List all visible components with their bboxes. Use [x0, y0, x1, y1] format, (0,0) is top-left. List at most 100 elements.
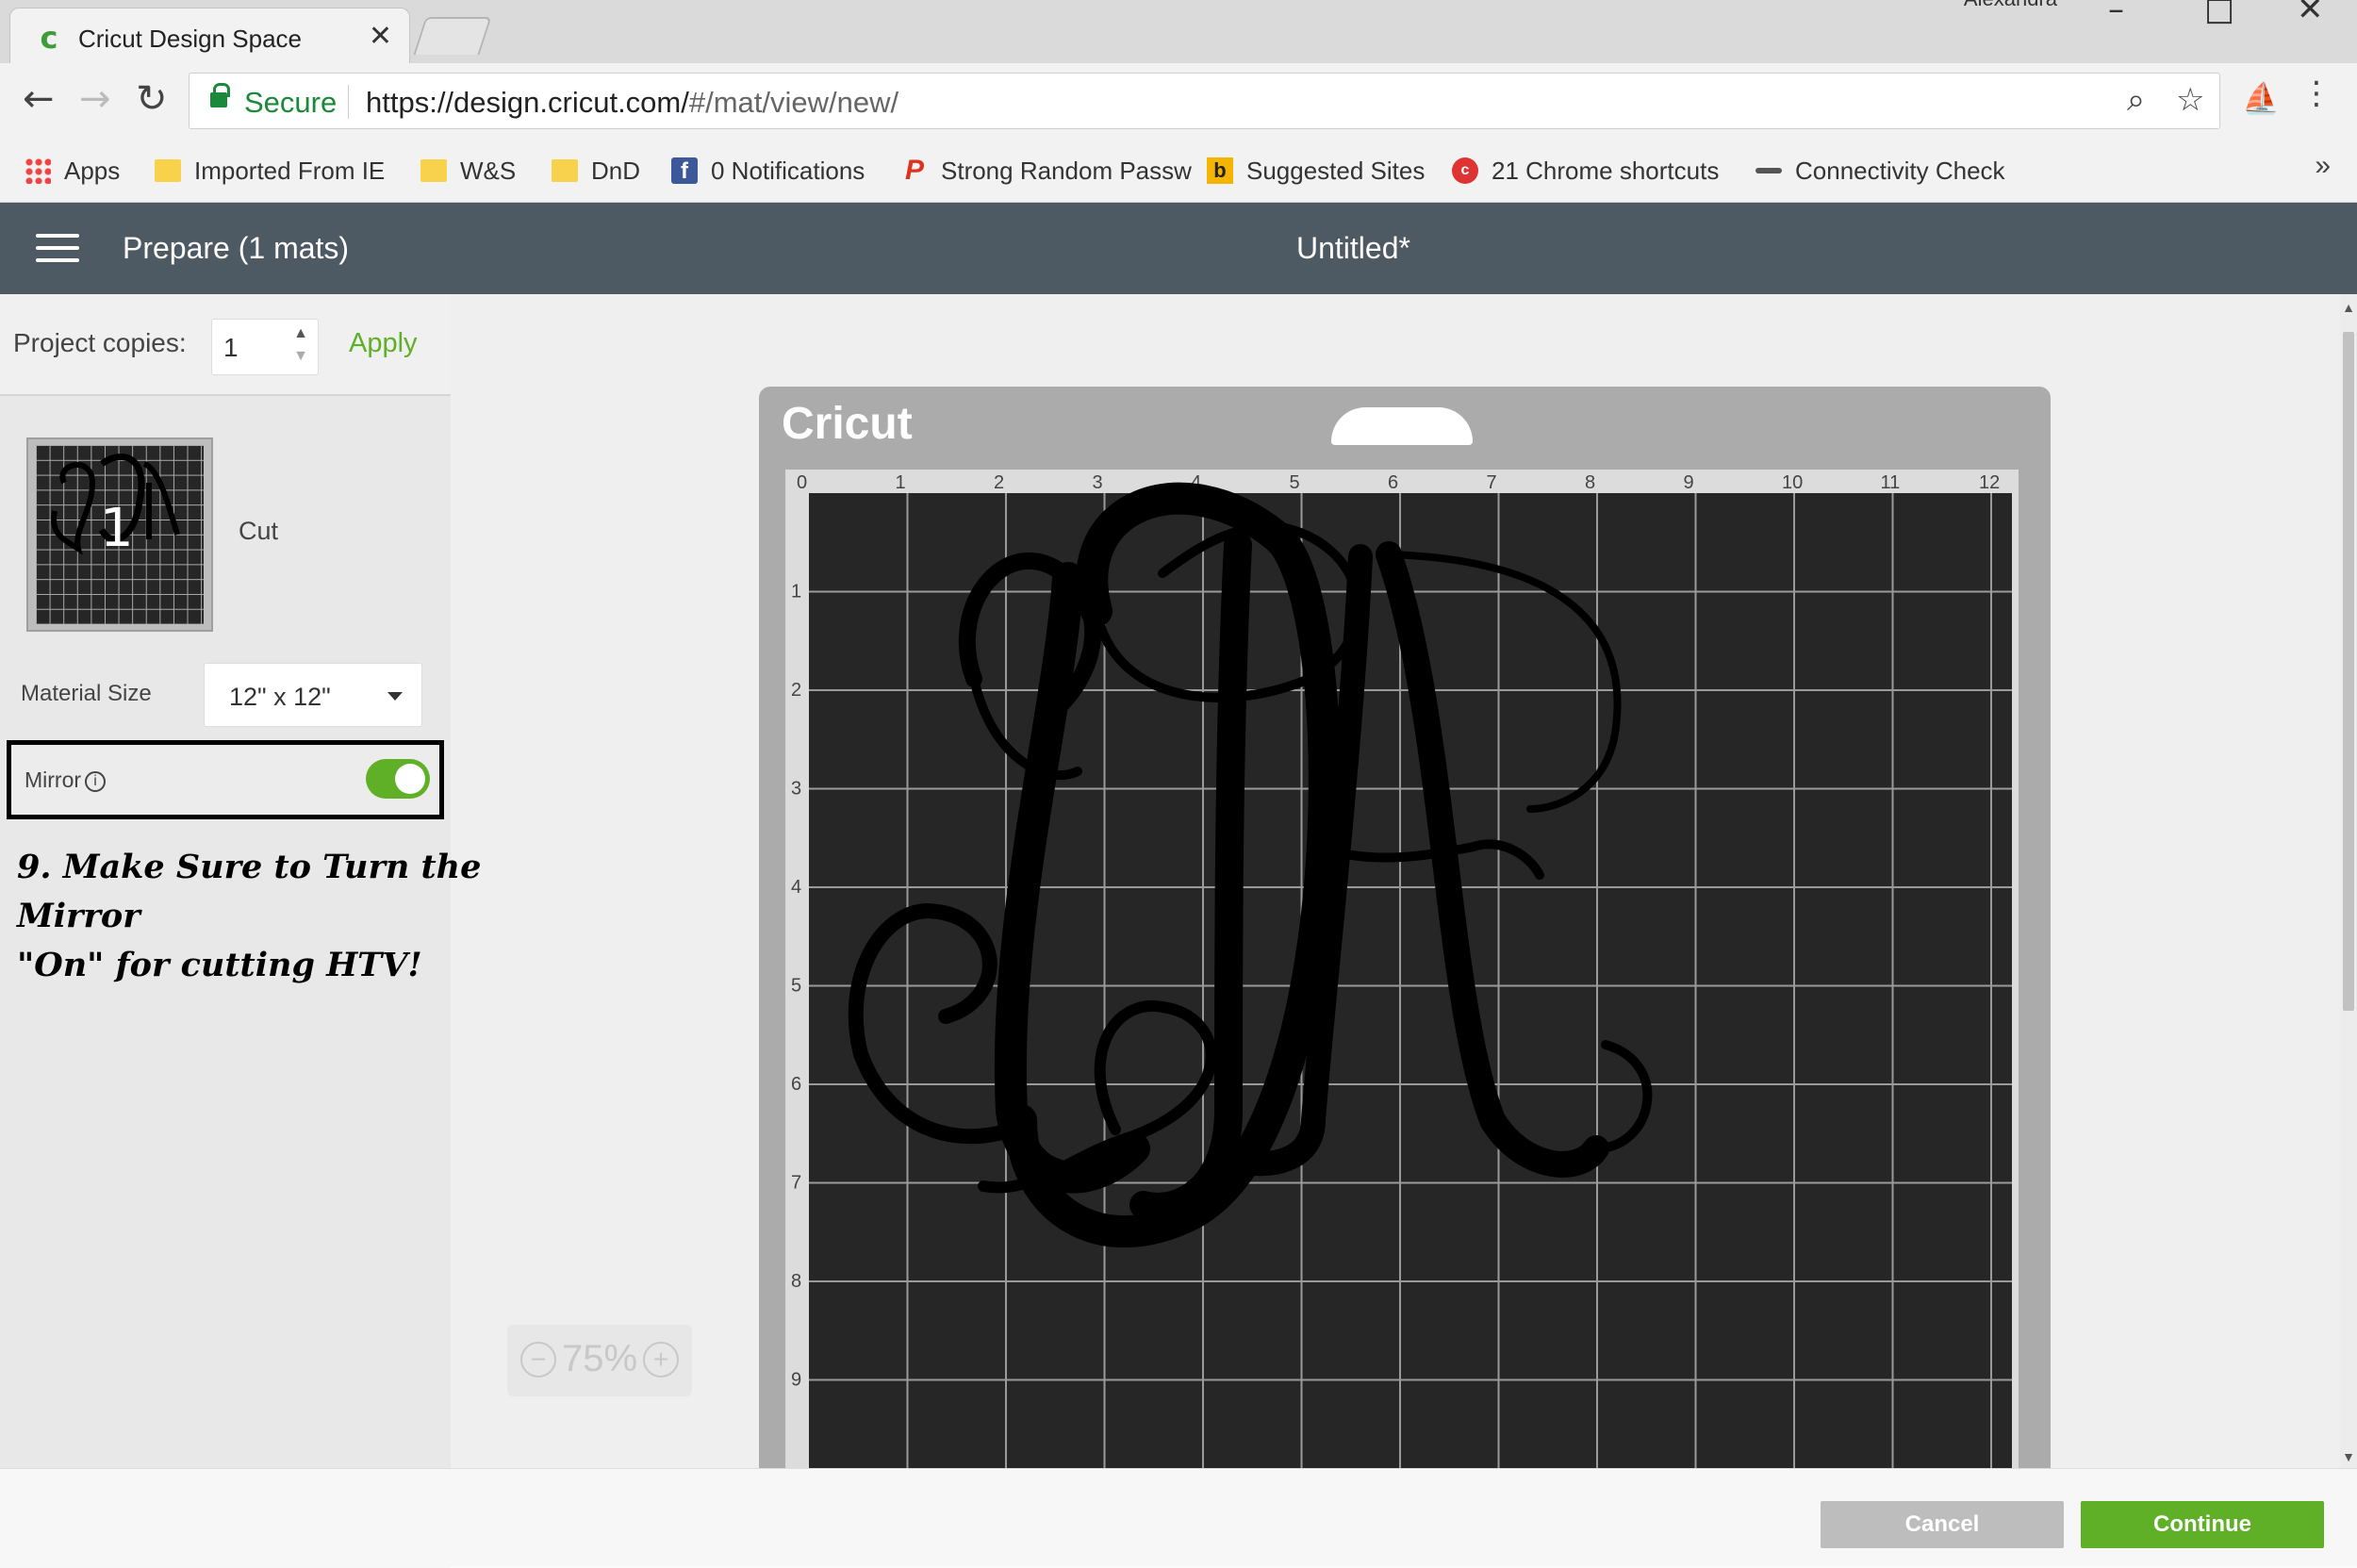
lock-icon: [210, 83, 230, 107]
document-title: Untitled*: [1296, 231, 1410, 265]
mat-number: 1: [100, 498, 134, 559]
zoom-in-icon[interactable]: +: [643, 1342, 679, 1378]
bookmark-label: Strong Random Passw: [941, 156, 1192, 185]
browser-menu-icon[interactable]: ⋮: [2300, 74, 2332, 112]
ruler-top-tick-label: 10: [1782, 472, 1803, 493]
bookmark-label: Apps: [64, 156, 121, 185]
mat-thumbnail[interactable]: 1: [26, 437, 213, 632]
bookmark-label: 0 Notifications: [711, 156, 865, 185]
ruler-top-tick-label: 0: [797, 472, 807, 493]
scroll-down-icon[interactable]: ▼: [2340, 1449, 2357, 1464]
tab-close-icon[interactable]: ✕: [369, 20, 392, 53]
info-icon[interactable]: i: [85, 770, 107, 792]
ruler-top-tick-label: 1: [896, 472, 906, 493]
ruler-top-tick-label: 12: [1979, 472, 2000, 493]
bookmark-label: DnD: [591, 156, 641, 185]
bookmark-notifications[interactable]: f 0 Notifications: [671, 152, 865, 190]
ruler-left-tick-label: 5: [791, 976, 801, 997]
zoom-control: − 75% +: [507, 1325, 692, 1396]
apply-button[interactable]: Apply: [349, 328, 418, 359]
minimize-icon[interactable]: –: [2108, 0, 2124, 28]
bookmark-connectivity-check[interactable]: Connectivity Check: [1755, 152, 2005, 190]
hamburger-menu-icon[interactable]: [36, 234, 79, 262]
bookmark-suggested-sites[interactable]: b Suggested Sites: [1207, 152, 1425, 190]
zoom-level: 75%: [562, 1338, 638, 1379]
forward-arrow-icon[interactable]: →: [79, 78, 111, 120]
bookmark-imported-from-ie[interactable]: Imported From IE: [155, 152, 385, 190]
ruler-left-tick-label: 7: [791, 1173, 801, 1194]
bookmark-label: Imported From IE: [194, 156, 386, 185]
footer-bar: Cancel Continue: [0, 1468, 2357, 1568]
vertical-scrollbar[interactable]: ▲ ▼: [2340, 294, 2357, 1468]
cricut-logo: Cricut: [782, 399, 913, 449]
folder-icon: [420, 159, 447, 182]
ruler-top-tick-label: 9: [1684, 472, 1694, 493]
project-copies-value: 1: [223, 333, 239, 362]
project-copies-bar: Project copies: 1 ▲ ▼ Apply: [0, 294, 451, 396]
facebook-icon: f: [671, 157, 698, 184]
browser-toolbar: ← → ↻ Secure https://design.cricut.com/#…: [0, 63, 2357, 139]
cancel-button[interactable]: Cancel: [1821, 1501, 2064, 1548]
ruler-left-tick-label: 3: [791, 779, 801, 800]
connectivity-icon: [1755, 168, 1782, 173]
window-user-name[interactable]: Alexandra: [1964, 0, 2057, 11]
mat-mode-label: Cut: [239, 517, 279, 545]
chrome-shortcuts-icon: c: [1452, 157, 1478, 184]
extension-icon[interactable]: ⛵: [2242, 80, 2280, 118]
ruler-left-tick-label: 1: [791, 582, 801, 602]
scroll-thumb[interactable]: [2343, 332, 2354, 1011]
mat-grid-svg: 0 1 2 3 4 5 6 7 8 9 10 11 12 123456789: [791, 472, 2012, 1468]
mirror-label: Mirror i: [25, 767, 107, 793]
bookmark-chrome-shortcuts[interactable]: c 21 Chrome shortcuts: [1452, 152, 1719, 190]
ruler-top-tick-label: 2: [994, 472, 1004, 493]
ruler-top-tick-label: 6: [1388, 472, 1398, 493]
bookmarks-bar: Apps Imported From IE W&S DnD f 0 Notifi…: [0, 139, 2357, 203]
tab-title: Cricut Design Space: [78, 25, 302, 53]
scroll-up-icon[interactable]: ▲: [2340, 300, 2357, 315]
mat-work-area: 0 1 2 3 4 5 6 7 8 9 10 11 12 123456789: [785, 470, 2019, 1468]
browser-tab[interactable]: c Cricut Design Space ✕: [9, 8, 410, 66]
chevron-down-icon: [387, 692, 403, 701]
url-text[interactable]: https://design.cricut.com/#/mat/view/new…: [366, 86, 898, 120]
cricut-favicon-icon: c: [40, 20, 58, 56]
mirror-toggle[interactable]: [366, 759, 430, 799]
mat-notch: [1331, 407, 1473, 445]
stepper-down-icon[interactable]: ▼: [293, 348, 308, 365]
bookmark-ws[interactable]: W&S: [420, 152, 516, 190]
ruler-left-tick-label: 4: [791, 877, 801, 898]
bookmark-label: Connectivity Check: [1795, 156, 2005, 185]
footer-left-spacer: [0, 1469, 451, 1568]
zoom-magnifier-icon[interactable]: ⌕: [2127, 81, 2145, 119]
note-line-2: "On" for cutting HTV!: [17, 946, 422, 984]
folder-icon: [155, 159, 181, 182]
ruler-top-tick-label: 7: [1487, 472, 1497, 493]
ruler-left-tick-label: 9: [791, 1370, 801, 1391]
bookmark-dnd[interactable]: DnD: [552, 152, 640, 190]
stepper-up-icon[interactable]: ▲: [293, 325, 308, 342]
back-arrow-icon[interactable]: ←: [23, 78, 55, 120]
zoom-out-icon[interactable]: −: [520, 1342, 556, 1378]
continue-button[interactable]: Continue: [2081, 1501, 2324, 1548]
new-tab-button[interactable]: [413, 17, 492, 55]
ruler-top: 0 1 2 3 4 5 6 7 8 9 10 11 12: [797, 472, 2000, 493]
bookmarks-overflow-icon[interactable]: »: [2315, 150, 2331, 182]
ruler-left: 1 2 3 4 5 6 7 8 9: [791, 582, 801, 1391]
ruler-left-tick-label: 6: [791, 1074, 801, 1095]
bookmark-apps[interactable]: Apps: [25, 152, 120, 190]
url-path: #/mat/view/new/: [688, 86, 899, 119]
maximize-icon[interactable]: □: [2204, 0, 2234, 28]
bookmark-label: Suggested Sites: [1246, 156, 1426, 185]
window-close-icon[interactable]: ✕: [2297, 0, 2324, 28]
project-copies-stepper[interactable]: 1 ▲ ▼: [211, 319, 319, 375]
material-size-label: Material Size: [21, 681, 152, 706]
material-size-value: 12" x 12": [229, 683, 331, 711]
ruler-left-tick-label: 8: [791, 1271, 801, 1292]
address-bar[interactable]: Secure https://design.cricut.com/#/mat/v…: [189, 73, 2220, 129]
ruler-top-tick-label: 5: [1290, 472, 1300, 493]
bing-icon: b: [1207, 157, 1233, 184]
bookmark-strong-random-password[interactable]: P Strong Random Passw: [901, 152, 1192, 190]
app-header: Prepare (1 mats) Untitled*: [0, 203, 2357, 294]
bookmark-star-icon[interactable]: ☆: [2176, 81, 2204, 119]
material-size-select[interactable]: 12" x 12": [204, 663, 422, 727]
reload-icon[interactable]: ↻: [136, 78, 168, 120]
